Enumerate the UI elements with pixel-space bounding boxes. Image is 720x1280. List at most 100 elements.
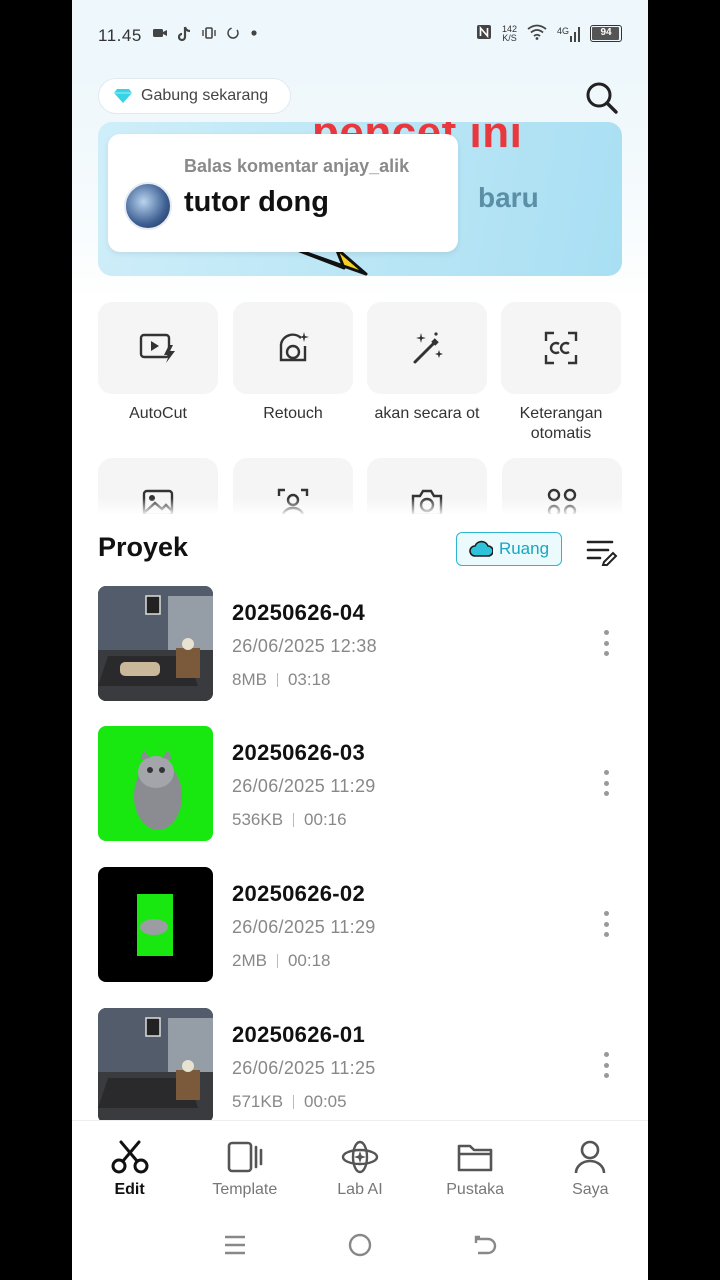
nav-template[interactable]: Template [187,1121,302,1210]
tool-retouch[interactable]: Retouch [232,302,354,424]
wifi-icon [527,24,547,43]
home-circle-icon[interactable] [347,1232,373,1258]
nav-lab-ai[interactable]: Lab AI [302,1121,417,1210]
project-item[interactable]: 20250626-04 26/06/2025 12:38 8MB 03:18 [72,586,648,702]
recents-menu-icon[interactable] [222,1233,248,1257]
status-time: 11.45 [98,26,142,45]
tool-retouch-tile[interactable] [233,302,353,394]
cloud-icon [469,540,493,557]
back-arrow-icon[interactable] [472,1233,498,1257]
project-more-button[interactable] [594,909,618,939]
status-bar: 11.45 142 K/S 4G 94 [72,0,648,72]
project-name: 20250626-02 [232,881,365,906]
project-thumbnail[interactable] [98,1008,213,1120]
project-date: 26/06/2025 11:29 [232,917,376,937]
project-date: 26/06/2025 12:38 [232,636,377,656]
phone-screen: 11.45 142 K/S 4G 94 Gabung sekarang ini … [72,0,648,1280]
network-speed: 142 K/S [502,24,517,43]
nav-edit[interactable]: Edit [72,1121,187,1210]
video-call-icon [152,26,168,46]
project-item[interactable]: 20250626-02 26/06/2025 11:29 2MB 00:18 [72,867,648,983]
tool-retouch-label: Retouch [263,405,323,422]
tool-auto-remove-tile[interactable] [367,302,487,394]
project-more-button[interactable] [594,768,618,798]
more-dot [603,651,609,656]
tools-grid: AutoCut Retouch akan secara ot Keteranga… [72,302,648,514]
tool-auto-remove[interactable]: akan secara ot [366,302,488,424]
project-thumbnail[interactable] [98,726,213,841]
comment-reply-card: Balas komentar anjay_alik tutor dong [108,134,458,252]
search-icon[interactable] [584,80,620,116]
nav-lab-ai-label: Lab AI [337,1181,383,1198]
retouch-icon [279,332,309,362]
more-vertical-icon [603,630,609,635]
project-list: 20250626-04 26/06/2025 12:38 8MB 03:18 2… [72,586,648,1120]
meta-divider [276,673,278,687]
tools-fade [72,498,648,514]
project-date: 26/06/2025 11:29 [232,776,376,796]
battery-indicator: 94 [590,25,622,42]
more-vertical-icon [603,1052,609,1057]
vibrate-icon [202,26,216,46]
nfc-icon [476,24,492,43]
manage-list-icon[interactable] [586,536,618,566]
project-name: 20250626-01 [232,1022,365,1047]
more-vertical-icon [603,911,609,916]
project-item[interactable]: 20250626-03 26/06/2025 11:29 536KB 00:16 [72,726,648,842]
scissors-icon [111,1140,149,1174]
join-now-label: Gabung sekarang [141,87,269,104]
nav-library[interactable]: Pustaka [418,1121,533,1210]
nav-profile[interactable]: Saya [533,1121,648,1210]
comment-reply-label: Balas komentar anjay_alik [184,156,410,176]
room-thumbnail-image [98,586,213,701]
project-size: 8MB [232,670,267,689]
project-more-button[interactable] [594,1050,618,1080]
cat-thumbnail-image [134,750,182,830]
cloud-space-button[interactable]: Ruang [456,532,562,566]
green-screen-thumbnail-image [137,894,173,956]
project-thumbnail[interactable] [98,867,213,982]
autocut-icon [139,333,175,363]
project-size: 536KB [232,810,284,829]
person-icon [575,1140,606,1174]
sync-icon [226,26,240,46]
banner-subtitle: baru [478,182,539,213]
join-now-button[interactable]: Gabung sekarang [98,78,292,114]
project-date: 26/06/2025 11:25 [232,1058,376,1078]
battery-level: 94 [600,27,612,38]
nav-profile-label: Saya [572,1181,609,1198]
tool-autocut-tile[interactable] [98,302,218,394]
project-meta: 8MB 03:18 [232,670,331,690]
network-speed-unit: K/S [502,32,517,43]
template-icon [227,1141,263,1173]
project-meta: 536KB 00:16 [232,810,347,830]
project-meta: 2MB 00:18 [232,951,331,971]
comment-text: tutor dong [184,186,329,218]
project-duration: 00:05 [304,1092,347,1111]
notification-icons [152,26,258,46]
tool-auto-captions[interactable]: Keterangan otomatis [500,302,622,444]
tool-auto-captions-tile[interactable] [501,302,621,394]
cell-signal: 4G [557,26,580,42]
meta-divider [293,813,295,827]
tool-auto-captions-label-line2: otomatis [530,425,592,442]
project-thumbnail[interactable] [98,586,213,701]
more-dot [603,921,609,927]
tool-autocut-label: AutoCut [129,405,187,422]
signal-bars-icon [570,26,580,42]
project-item[interactable]: 20250626-01 26/06/2025 11:25 571KB 00:05 [72,1008,648,1120]
magic-wand-icon [413,332,443,364]
projects-title: Proyek [98,532,189,562]
project-duration: 00:16 [304,810,347,829]
tool-auto-captions-label: Keterangan otomatis [500,404,622,444]
tool-auto-captions-label-line1: Keterangan [519,405,603,422]
more-vertical-icon [603,770,609,775]
more-notifications-dot-icon [250,26,258,46]
system-nav-bar [72,1210,648,1280]
project-more-button[interactable] [594,628,618,658]
more-dot [603,780,609,786]
project-name: 20250626-03 [232,740,365,765]
status-right: 142 K/S 4G 94 [476,24,622,43]
tool-autocut[interactable]: AutoCut [97,302,219,424]
project-duration: 00:18 [287,951,331,970]
